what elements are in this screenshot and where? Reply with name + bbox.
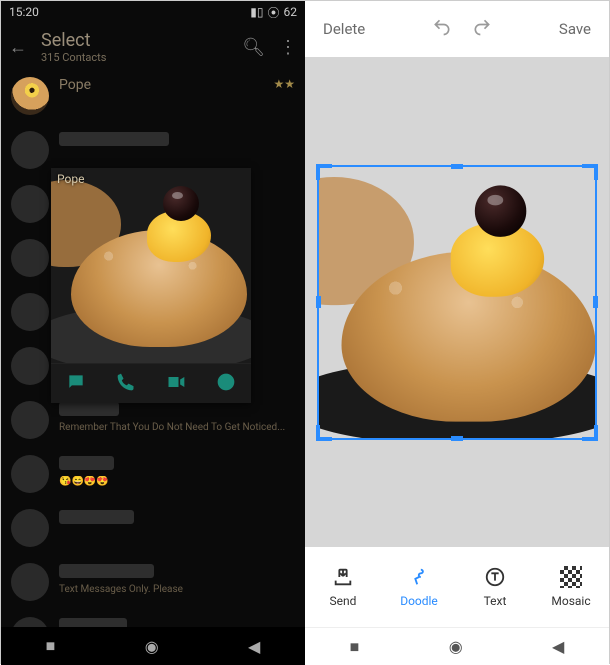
contact-name xyxy=(59,618,127,627)
svg-text:R: R xyxy=(222,377,230,389)
contact-row[interactable]: Pope ★★ xyxy=(1,71,305,125)
page-subtitle: 315 Contacts xyxy=(41,51,228,64)
avatar[interactable] xyxy=(11,401,49,439)
avatar[interactable] xyxy=(11,563,49,601)
popup-photo[interactable]: Pope xyxy=(51,168,251,363)
nav-home[interactable]: ◉ xyxy=(449,637,463,656)
android-navbar: ■ ◉ ◀ xyxy=(305,627,609,665)
redo-button[interactable] xyxy=(472,17,492,41)
status-bar: 15:20 ▮▯ ⦿ 62 xyxy=(1,1,305,23)
contact-row[interactable]: Remember That You Do Not Need To Get Not… xyxy=(1,395,305,449)
contacts-screen: 15:20 ▮▯ ⦿ 62 ← Select 315 Contacts 🔍︎ ⋮… xyxy=(1,1,305,665)
info-icon[interactable]: R xyxy=(216,372,236,396)
call-icon[interactable] xyxy=(116,372,136,396)
stars: ★★ xyxy=(273,77,295,91)
contact-status: 😘😄😍😍 xyxy=(59,476,295,487)
contact-name xyxy=(59,402,119,416)
crop-handle[interactable] xyxy=(594,425,598,441)
avatar[interactable] xyxy=(11,293,49,331)
page-title: Select xyxy=(41,30,228,51)
mosaic-icon xyxy=(560,566,582,588)
nav-home[interactable]: ◉ xyxy=(145,637,159,656)
nav-back[interactable]: ◀ xyxy=(552,637,564,656)
popup-actions: R xyxy=(51,363,251,403)
crop-handle[interactable] xyxy=(451,164,463,169)
signal-icon: ▮▯ xyxy=(250,5,263,19)
video-icon[interactable] xyxy=(166,372,186,396)
contact-status: Text Messages Only. Please xyxy=(59,584,295,595)
contact-name xyxy=(59,132,169,146)
crop-handle[interactable] xyxy=(316,425,320,441)
wifi-icon: ⦿ xyxy=(267,4,279,21)
editor-screen: Delete Save xyxy=(305,1,609,665)
back-icon[interactable]: ← xyxy=(9,37,27,58)
battery-icon: 62 xyxy=(284,5,298,19)
crop-frame[interactable] xyxy=(317,165,597,440)
avatar[interactable] xyxy=(11,185,49,223)
contact-name: Pope xyxy=(59,77,263,93)
status-time: 15:20 xyxy=(9,5,39,19)
tool-label: Text xyxy=(484,594,507,608)
avatar[interactable] xyxy=(11,617,49,627)
avatar[interactable] xyxy=(11,77,49,115)
nav-recents[interactable]: ■ xyxy=(350,637,360,657)
contact-name xyxy=(59,456,114,470)
avatar[interactable] xyxy=(11,509,49,547)
contact-status: Remember That You Do Not Need To Get Not… xyxy=(59,422,295,433)
contact-row[interactable]: Heythere! I Am Using WhatsApp. xyxy=(1,611,305,627)
doodle-tool[interactable]: Doodle xyxy=(389,566,449,608)
crop-handle[interactable] xyxy=(594,164,598,180)
message-icon[interactable] xyxy=(66,372,86,396)
crop-handle[interactable] xyxy=(316,296,321,308)
search-icon[interactable]: 🔍︎ xyxy=(242,37,265,58)
contact-name xyxy=(59,564,154,578)
popup-name: Pope xyxy=(57,172,84,186)
contact-list[interactable]: Pope ★★ , Cisal xyxy=(1,71,305,627)
avatar[interactable] xyxy=(11,347,49,385)
topbar: ← Select 315 Contacts 🔍︎ ⋮ xyxy=(1,23,305,71)
contact-row[interactable]: 😘😄😍😍 xyxy=(1,449,305,503)
crop-canvas[interactable] xyxy=(305,57,609,547)
tool-label: Mosaic xyxy=(551,594,590,608)
contact-name xyxy=(59,510,134,524)
delete-button[interactable]: Delete xyxy=(323,20,365,38)
editor-toolbar: Delete Save xyxy=(305,1,609,57)
tool-label: Send xyxy=(330,594,357,608)
avatar[interactable] xyxy=(11,131,49,169)
crop-handle[interactable] xyxy=(593,296,598,308)
crop-handle[interactable] xyxy=(451,436,463,441)
overflow-menu-icon[interactable]: ⋮ xyxy=(279,37,297,58)
avatar[interactable] xyxy=(11,455,49,493)
crop-handle[interactable] xyxy=(316,164,320,180)
nav-back[interactable]: ◀ xyxy=(248,637,260,656)
contact-preview-popup: Pope R xyxy=(51,168,251,403)
save-button[interactable]: Save xyxy=(559,20,591,38)
undo-button[interactable] xyxy=(432,17,452,41)
mosaic-tool[interactable]: Mosaic xyxy=(541,566,601,608)
tool-label: Doodle xyxy=(400,594,438,608)
contact-row[interactable] xyxy=(1,503,305,557)
avatar[interactable] xyxy=(11,239,49,277)
send-tool[interactable]: Send xyxy=(313,566,373,608)
nav-recents[interactable]: ■ xyxy=(46,636,56,656)
android-navbar: ■ ◉ ◀ xyxy=(1,627,305,665)
text-tool[interactable]: Text xyxy=(465,566,525,608)
tool-row: Send Doodle Text Mosaic xyxy=(305,547,609,627)
contact-row[interactable]: Text Messages Only. Please xyxy=(1,557,305,611)
